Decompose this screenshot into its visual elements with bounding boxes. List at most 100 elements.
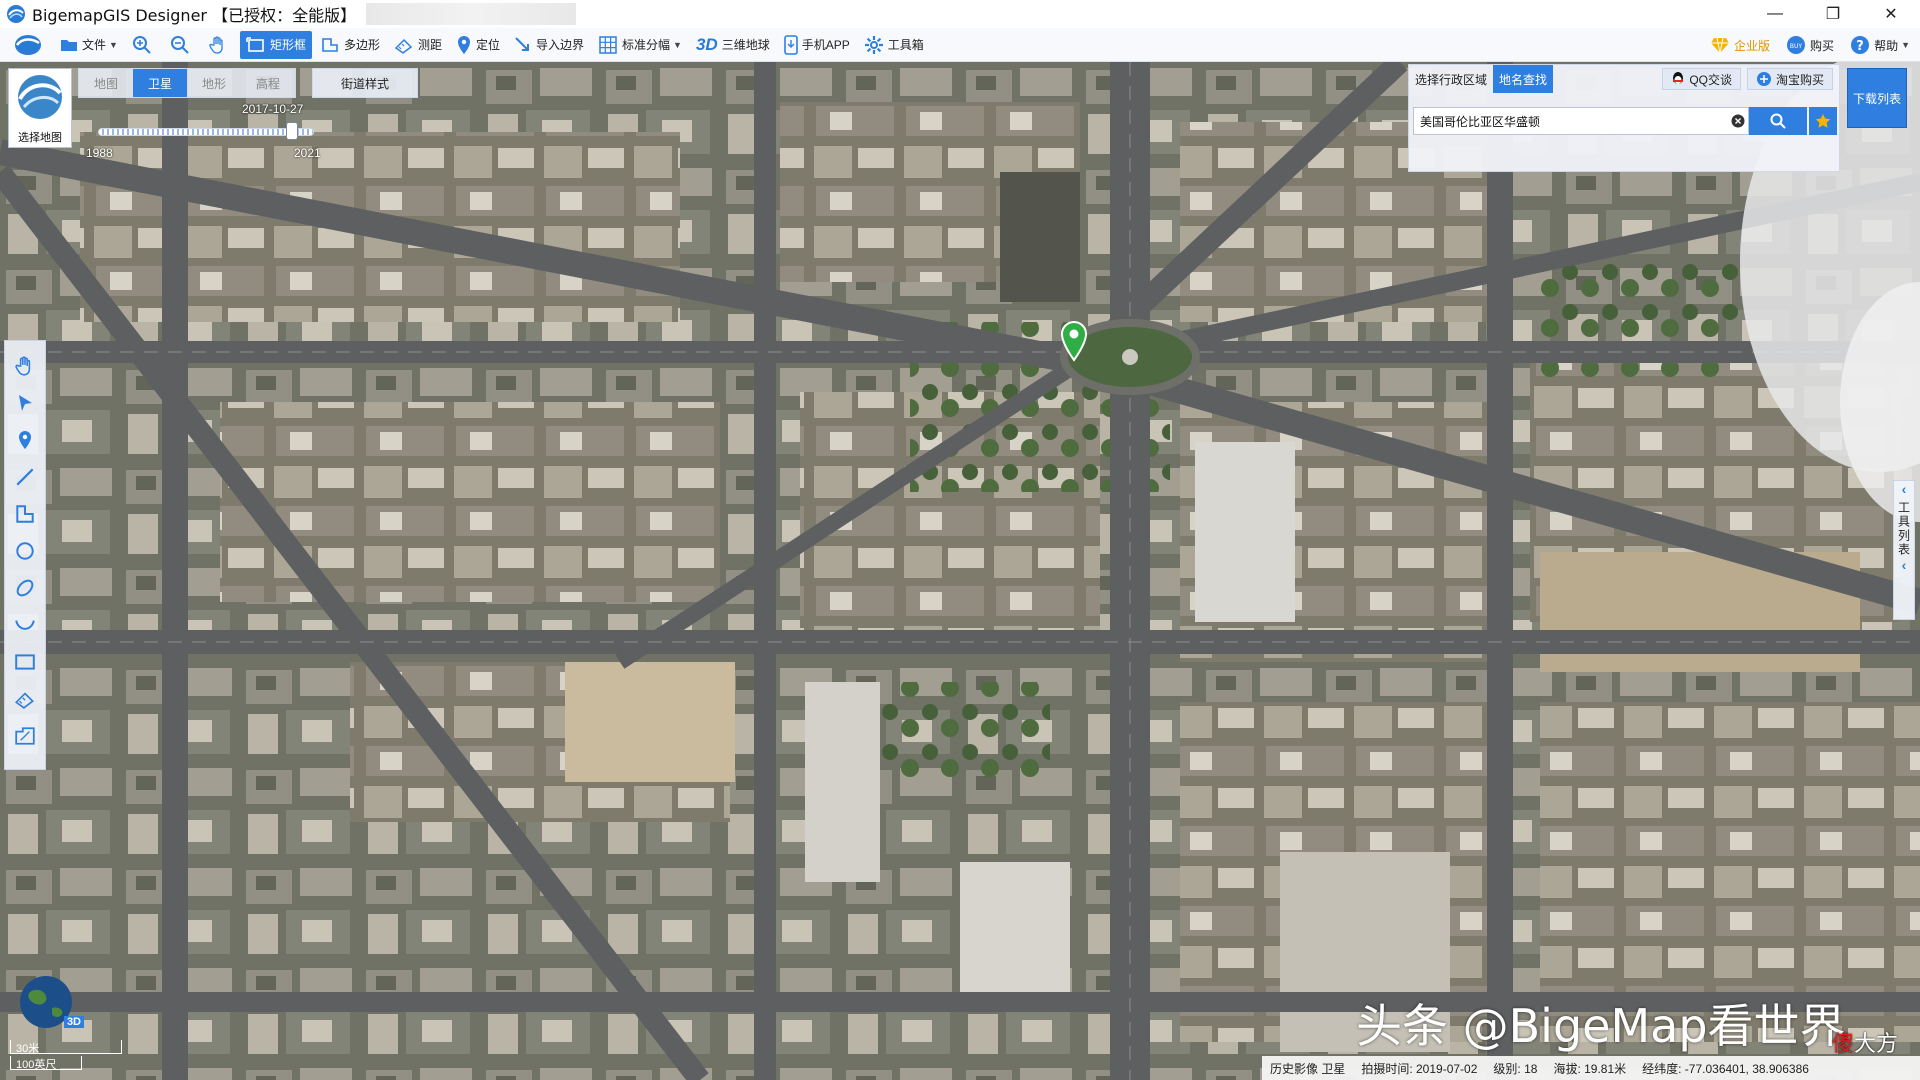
line-tool[interactable] [10,462,40,492]
watermark-sub: 傻大方 [1832,1031,1899,1056]
help-menu[interactable]: ? 帮助 ▼ [1844,31,1916,59]
search-button[interactable] [1749,107,1807,135]
3d-badge: 3D [63,1016,84,1028]
status-bar: 历史影像 卫星 拍摄时间: 2019-07-02 级别: 18 海拔: 19.8… [1262,1056,1920,1080]
chevron-down-icon: ▼ [109,39,118,50]
ruler-icon [14,692,34,709]
app-menu-logo[interactable] [8,31,52,59]
enterprise-button[interactable]: 企业版 [1704,31,1776,59]
measure-distance-button[interactable]: 测距 [388,31,448,59]
measure-tool[interactable] [10,684,40,714]
chevron-down-icon: ▼ [673,39,682,50]
timeline-track[interactable] [98,128,314,136]
zoom-out-button[interactable] [164,31,200,59]
3d-globe-button[interactable]: 3D [6,972,86,1028]
select-map-button[interactable]: 选择地图 [8,68,72,148]
pan-tool[interactable] [10,351,40,381]
app-logo-icon [7,5,25,23]
status-capture-time: 拍摄时间: 2019-07-02 [1361,1061,1478,1076]
window-controls: — ❐ ✕ [1746,0,1920,28]
tab-select-region[interactable]: 选择行政区域 [1409,65,1493,93]
polygon-select-icon [322,37,338,52]
3d-earth-button[interactable]: 3D 三维地球 [690,31,776,59]
3d-icon: 3D [695,34,718,54]
taobao-icon [1756,72,1771,86]
tab-map[interactable]: 地图 [79,69,133,97]
blurred-area [366,3,577,25]
import-boundary-button[interactable]: 导入边界 [508,31,590,59]
tab-elevation[interactable]: 高程 [241,69,295,97]
taobao-buy-button[interactable]: 淘宝购买 [1746,68,1833,90]
folder-icon [61,39,77,51]
minimize-button[interactable]: — [1746,0,1804,28]
restore-button[interactable]: ❐ [1804,0,1862,28]
file-menu[interactable]: 文件 ▼ [54,31,124,59]
mobile-app-button[interactable]: 手机APP [778,31,856,59]
pan-button[interactable] [202,31,238,59]
main-toolbar: 文件 ▼ 矩形框 多边形 测距 定位 导入边界 标准分幅 ▼ 3D 三维地球 手机A… [0,28,1920,62]
clear-icon[interactable] [1731,114,1745,128]
download-list-button[interactable]: 下载列表 [1847,68,1907,128]
area-measure-tool[interactable] [10,721,40,751]
tab-satellite[interactable]: 卫星 [133,69,187,97]
toolbox-button[interactable]: 工具箱 [858,31,930,59]
tab-terrain[interactable]: 地形 [187,69,241,97]
svg-text:BUY: BUY [1790,43,1803,50]
curve-tool[interactable] [10,610,40,640]
status-zoom-level: 级别: 18 [1493,1061,1538,1076]
line-icon [16,468,34,486]
chevron-down-icon: ▼ [1901,40,1910,50]
locate-button[interactable]: 定位 [450,31,506,59]
search-panel-links: QQ交谈 淘宝购买 [1656,68,1833,90]
history-timeline: 2017-10-27 1988 2021 [82,102,322,164]
select-tool[interactable] [10,388,40,418]
star-icon [1815,114,1831,128]
marker-tool[interactable] [10,425,40,455]
watermark-text: 头条 @BigeMap看世界 [1356,999,1846,1053]
arrow-pointer-icon [19,395,32,411]
polygon-tool[interactable] [10,499,40,529]
scale-imperial: 100英尺 [16,1059,57,1071]
timeline-current-date: 2017-10-27 [242,102,304,116]
qq-chat-button[interactable]: QQ交谈 [1662,68,1741,90]
location-marker-icon[interactable] [1060,320,1088,362]
zoom-in-icon [132,35,151,54]
street-style-button[interactable]: 街道样式 [312,68,418,98]
pin-icon [19,431,31,449]
tab-place-search[interactable]: 地名查找 [1493,65,1554,93]
polygon-select-button[interactable]: 多边形 [314,31,386,59]
buy-button[interactable]: BUY 购买 [1780,31,1840,59]
tool-list-panel-tab[interactable]: ‹ 工具列表 ‹ [1893,480,1915,620]
grid-icon [599,35,617,54]
ruler-icon [394,38,413,54]
rectangle-select-button[interactable]: 矩形框 [239,30,312,59]
search-tabs: 选择行政区域 地名查找 [1409,65,1554,95]
rectangle-icon [15,654,35,670]
search-panel: 选择行政区域 地名查找 QQ交谈 淘宝购买 [1408,64,1840,172]
chevron-left-icon: ‹ [1901,557,1907,573]
map-source-globe-icon [18,75,62,119]
rectangle-select-icon [246,36,264,52]
scale-bar: 30米 100英尺 [10,1040,130,1072]
place-search-input[interactable] [1413,107,1749,135]
area-icon [15,727,35,745]
circle-tool[interactable] [10,536,40,566]
ellipse-tool[interactable] [10,573,40,603]
search-icon [1770,113,1786,129]
location-pin-icon [457,35,470,54]
standard-sheet-menu[interactable]: 标准分幅 ▼ [592,31,688,59]
rectangle-tool[interactable] [10,647,40,677]
polygon-icon [16,505,34,523]
zoom-in-button[interactable] [126,31,162,59]
map-view[interactable] [0,62,1920,1080]
phone-icon [783,34,798,55]
map-type-tabs: 地图 卫星 地形 高程 [78,68,296,98]
search-row [1413,107,1837,135]
timeline-start-year: 1988 [86,146,113,160]
close-button[interactable]: ✕ [1862,0,1920,28]
hand-icon [15,356,31,376]
scale-metric: 30米 [16,1043,40,1055]
gear-icon [864,35,883,54]
favorites-button[interactable] [1809,107,1837,135]
timeline-slider-handle[interactable] [286,122,299,140]
